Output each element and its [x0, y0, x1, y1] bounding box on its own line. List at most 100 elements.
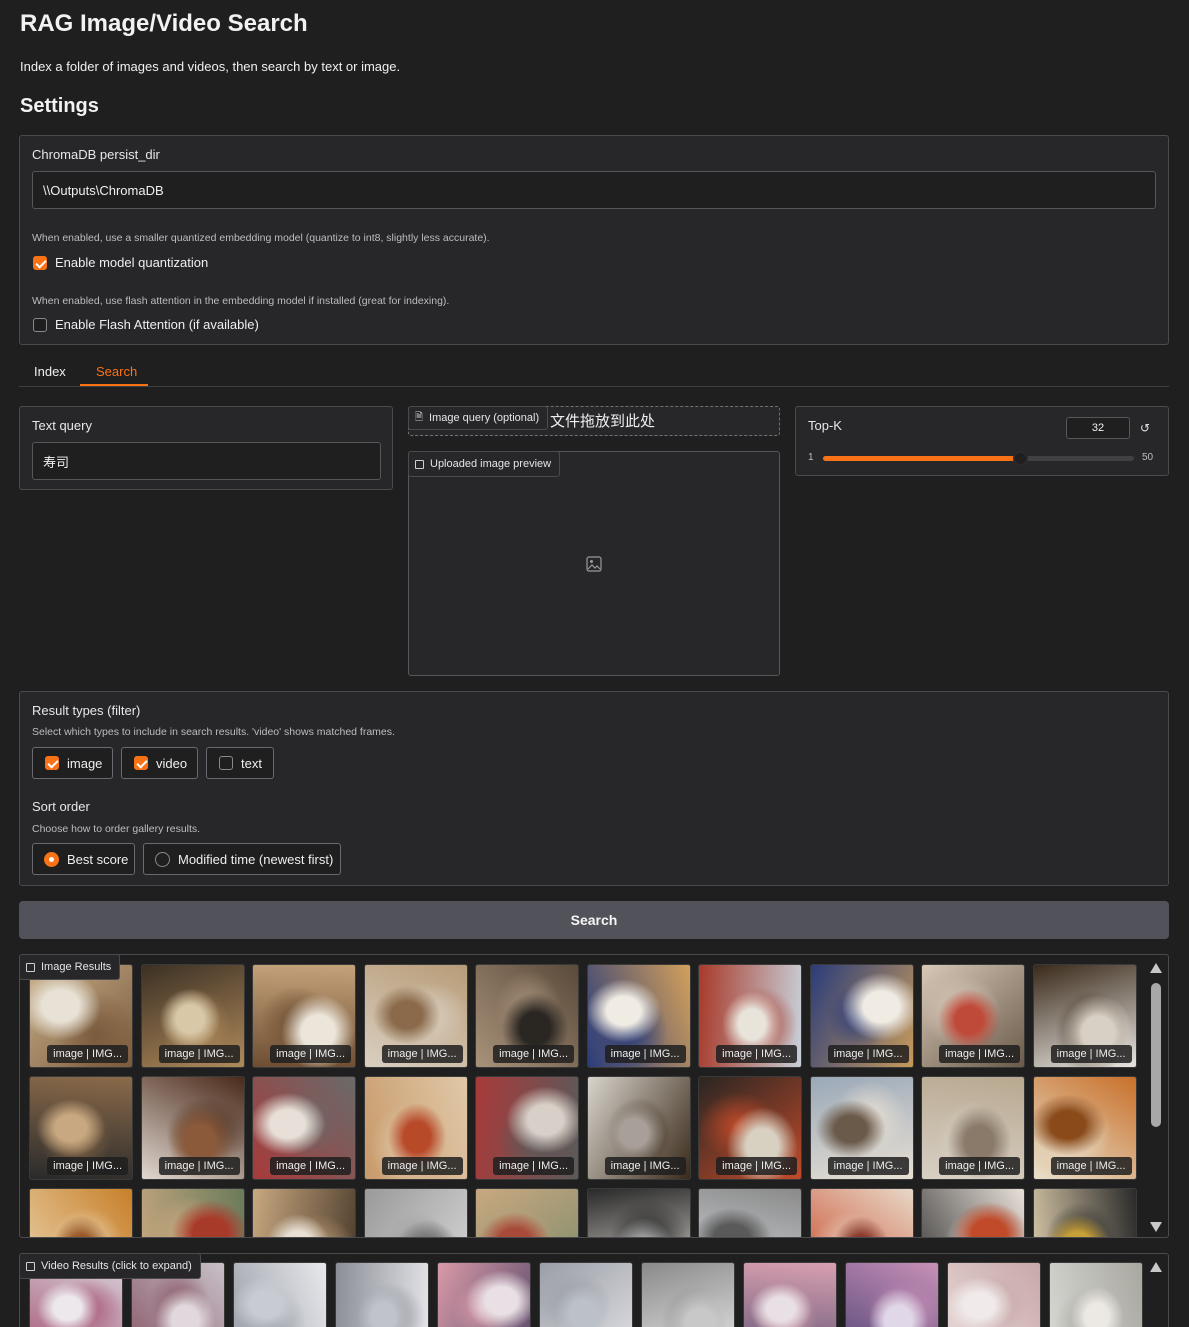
image-result-thumbnail[interactable]: image | IMG...: [140, 1076, 245, 1180]
topk-slider-track[interactable]: [823, 451, 1134, 466]
image-result-thumbnail[interactable]: image | IMG...: [252, 964, 356, 1068]
flash-attention-label: Enable Flash Attention (if available): [55, 317, 259, 332]
image-result-caption: image | IMG...: [939, 1045, 1020, 1063]
image-result-caption: image | IMG...: [1050, 1157, 1132, 1175]
topk-number-input[interactable]: 32: [1066, 417, 1130, 439]
image-result-thumbnail[interactable]: [809, 1188, 914, 1237]
image-result-thumbnail[interactable]: image | IMG...: [809, 1076, 914, 1180]
quantization-label: Enable model quantization: [55, 255, 209, 270]
image-result-caption: image | IMG...: [493, 1045, 574, 1063]
flash-attention-help: When enabled, use flash attention in the…: [32, 295, 450, 307]
video-result-thumbnail[interactable]: [437, 1262, 531, 1327]
video-results-label: Video Results (click to expand): [41, 1260, 192, 1272]
image-result-thumbnail[interactable]: image | IMG...: [1032, 964, 1137, 1068]
image-results-gallery: image | IMG... image | IMG... image | IMG.…: [19, 954, 1169, 1238]
settings-panel: ChromaDB persist_dir \\Outputs\ChromaDB …: [19, 135, 1169, 345]
image-result-thumbnail[interactable]: image | IMG...: [29, 1076, 133, 1180]
tab-index[interactable]: Index: [34, 364, 66, 379]
topk-slider-thumb[interactable]: [1012, 451, 1028, 466]
image-result-caption: image | IMG...: [716, 1157, 797, 1175]
reset-icon[interactable]: ↺: [1134, 417, 1156, 439]
image-query-drop-text: 文件拖放到此处: [550, 413, 656, 430]
text-query-label: Text query: [32, 418, 92, 433]
filter-image-label: image: [67, 756, 103, 771]
video-result-thumbnail[interactable]: [641, 1262, 735, 1327]
filter-image-option[interactable]: image: [32, 747, 113, 779]
text-query-input[interactable]: 寿司: [32, 442, 381, 480]
video-result-thumbnail[interactable]: [743, 1262, 837, 1327]
image-result-thumbnail[interactable]: image | IMG...: [698, 964, 802, 1068]
image-preview-tag: Uploaded image preview: [408, 451, 561, 477]
image-result-thumbnail[interactable]: [140, 1188, 245, 1237]
topk-max: 50: [1142, 452, 1154, 463]
sort-best-score-option[interactable]: Best score: [32, 843, 135, 875]
quantization-help: When enabled, use a smaller quantized em…: [32, 232, 490, 244]
sort-best-score-radio[interactable]: [44, 852, 59, 867]
sort-modified-time-option[interactable]: Modified time (newest first): [143, 843, 341, 875]
image-result-thumbnail[interactable]: image | IMG...: [1032, 1076, 1137, 1180]
image-result-thumbnail[interactable]: image | IMG...: [252, 1076, 356, 1180]
video-result-thumbnail[interactable]: [947, 1262, 1041, 1327]
video-result-thumbnail[interactable]: [233, 1262, 327, 1327]
image-result-thumbnail[interactable]: image | IMG...: [475, 964, 579, 1068]
image-result-thumbnail[interactable]: [1032, 1188, 1137, 1237]
filter-text-label: text: [241, 756, 262, 771]
tab-divider: [19, 386, 1169, 387]
video-results-gallery[interactable]: Video Results (click to expand): [19, 1253, 1169, 1327]
image-result-thumbnail[interactable]: image | IMG...: [586, 1076, 691, 1180]
video-result-thumbnail[interactable]: [539, 1262, 633, 1327]
quantization-checkbox[interactable]: [33, 256, 47, 270]
topk-min: 1: [808, 452, 814, 463]
image-result-thumbnail[interactable]: image | IMG...: [586, 964, 691, 1068]
filter-help: Select which types to include in search …: [32, 726, 395, 738]
image-result-thumbnail[interactable]: [698, 1188, 802, 1237]
scroll-down-icon[interactable]: [1150, 1222, 1162, 1232]
scroll-thumb[interactable]: [1151, 983, 1161, 1127]
filter-video-checkbox[interactable]: [134, 756, 148, 770]
topk-panel: Top-K 32 ↺ 1 50: [795, 406, 1169, 476]
image-result-thumbnail[interactable]: image | IMG...: [363, 1076, 468, 1180]
video-result-thumbnail[interactable]: [335, 1262, 429, 1327]
video-result-thumbnail[interactable]: [1049, 1262, 1143, 1327]
sort-modified-time-label: Modified time (newest first): [178, 852, 334, 867]
sort-best-score-label: Best score: [67, 852, 129, 867]
image-result-thumbnail[interactable]: image | IMG...: [140, 964, 245, 1068]
flash-attention-checkbox[interactable]: [33, 318, 47, 332]
filter-image-checkbox[interactable]: [45, 756, 59, 770]
scroll-up-icon[interactable]: [1150, 963, 1162, 973]
image-result-thumbnail[interactable]: image | IMG...: [698, 1076, 802, 1180]
image-result-thumbnail[interactable]: [475, 1188, 579, 1237]
image-results-scrollbar[interactable]: [1149, 955, 1163, 1237]
tab-search[interactable]: Search: [96, 364, 137, 379]
file-icon: 🗎: [415, 411, 424, 423]
image-result-thumbnail[interactable]: image | IMG...: [475, 1076, 579, 1180]
filter-text-option[interactable]: text: [206, 747, 274, 779]
sort-modified-time-radio[interactable]: [155, 852, 170, 867]
image-result-thumbnail[interactable]: image | IMG...: [921, 1076, 1025, 1180]
image-query-dropzone[interactable]: 🗎 Image query (optional) 文件拖放到此处: [408, 406, 780, 436]
image-result-thumbnail[interactable]: [921, 1188, 1025, 1237]
image-result-thumbnail[interactable]: [252, 1188, 356, 1237]
image-result-thumbnail[interactable]: image | IMG...: [809, 964, 914, 1068]
image-result-caption: image | IMG...: [381, 1157, 463, 1175]
gallery-icon: [26, 1261, 35, 1271]
video-scroll-up-icon[interactable]: [1150, 1262, 1162, 1272]
image-result-thumbnail[interactable]: image | IMG...: [363, 964, 468, 1068]
persist-dir-input[interactable]: \\Outputs\ChromaDB: [32, 171, 1156, 209]
image-result-caption: image | IMG...: [604, 1157, 686, 1175]
image-result-thumbnail[interactable]: image | IMG...: [921, 964, 1025, 1068]
search-button[interactable]: Search: [19, 901, 1169, 939]
image-query-label: Image query (optional): [429, 412, 540, 424]
video-result-thumbnail[interactable]: [845, 1262, 939, 1327]
topk-label: Top-K: [808, 418, 842, 433]
filter-video-option[interactable]: video: [121, 747, 198, 779]
image-result-thumbnail[interactable]: [586, 1188, 691, 1237]
image-result-caption: image | IMG...: [1050, 1045, 1132, 1063]
image-result-thumbnail[interactable]: [29, 1188, 133, 1237]
filter-text-checkbox[interactable]: [219, 756, 233, 770]
sort-help: Choose how to order gallery results.: [32, 823, 201, 835]
image-result-thumbnail[interactable]: [363, 1188, 468, 1237]
image-result-caption: image | IMG...: [47, 1045, 128, 1063]
image-placeholder-icon: [586, 556, 602, 572]
image-result-caption: image | IMG...: [827, 1157, 909, 1175]
